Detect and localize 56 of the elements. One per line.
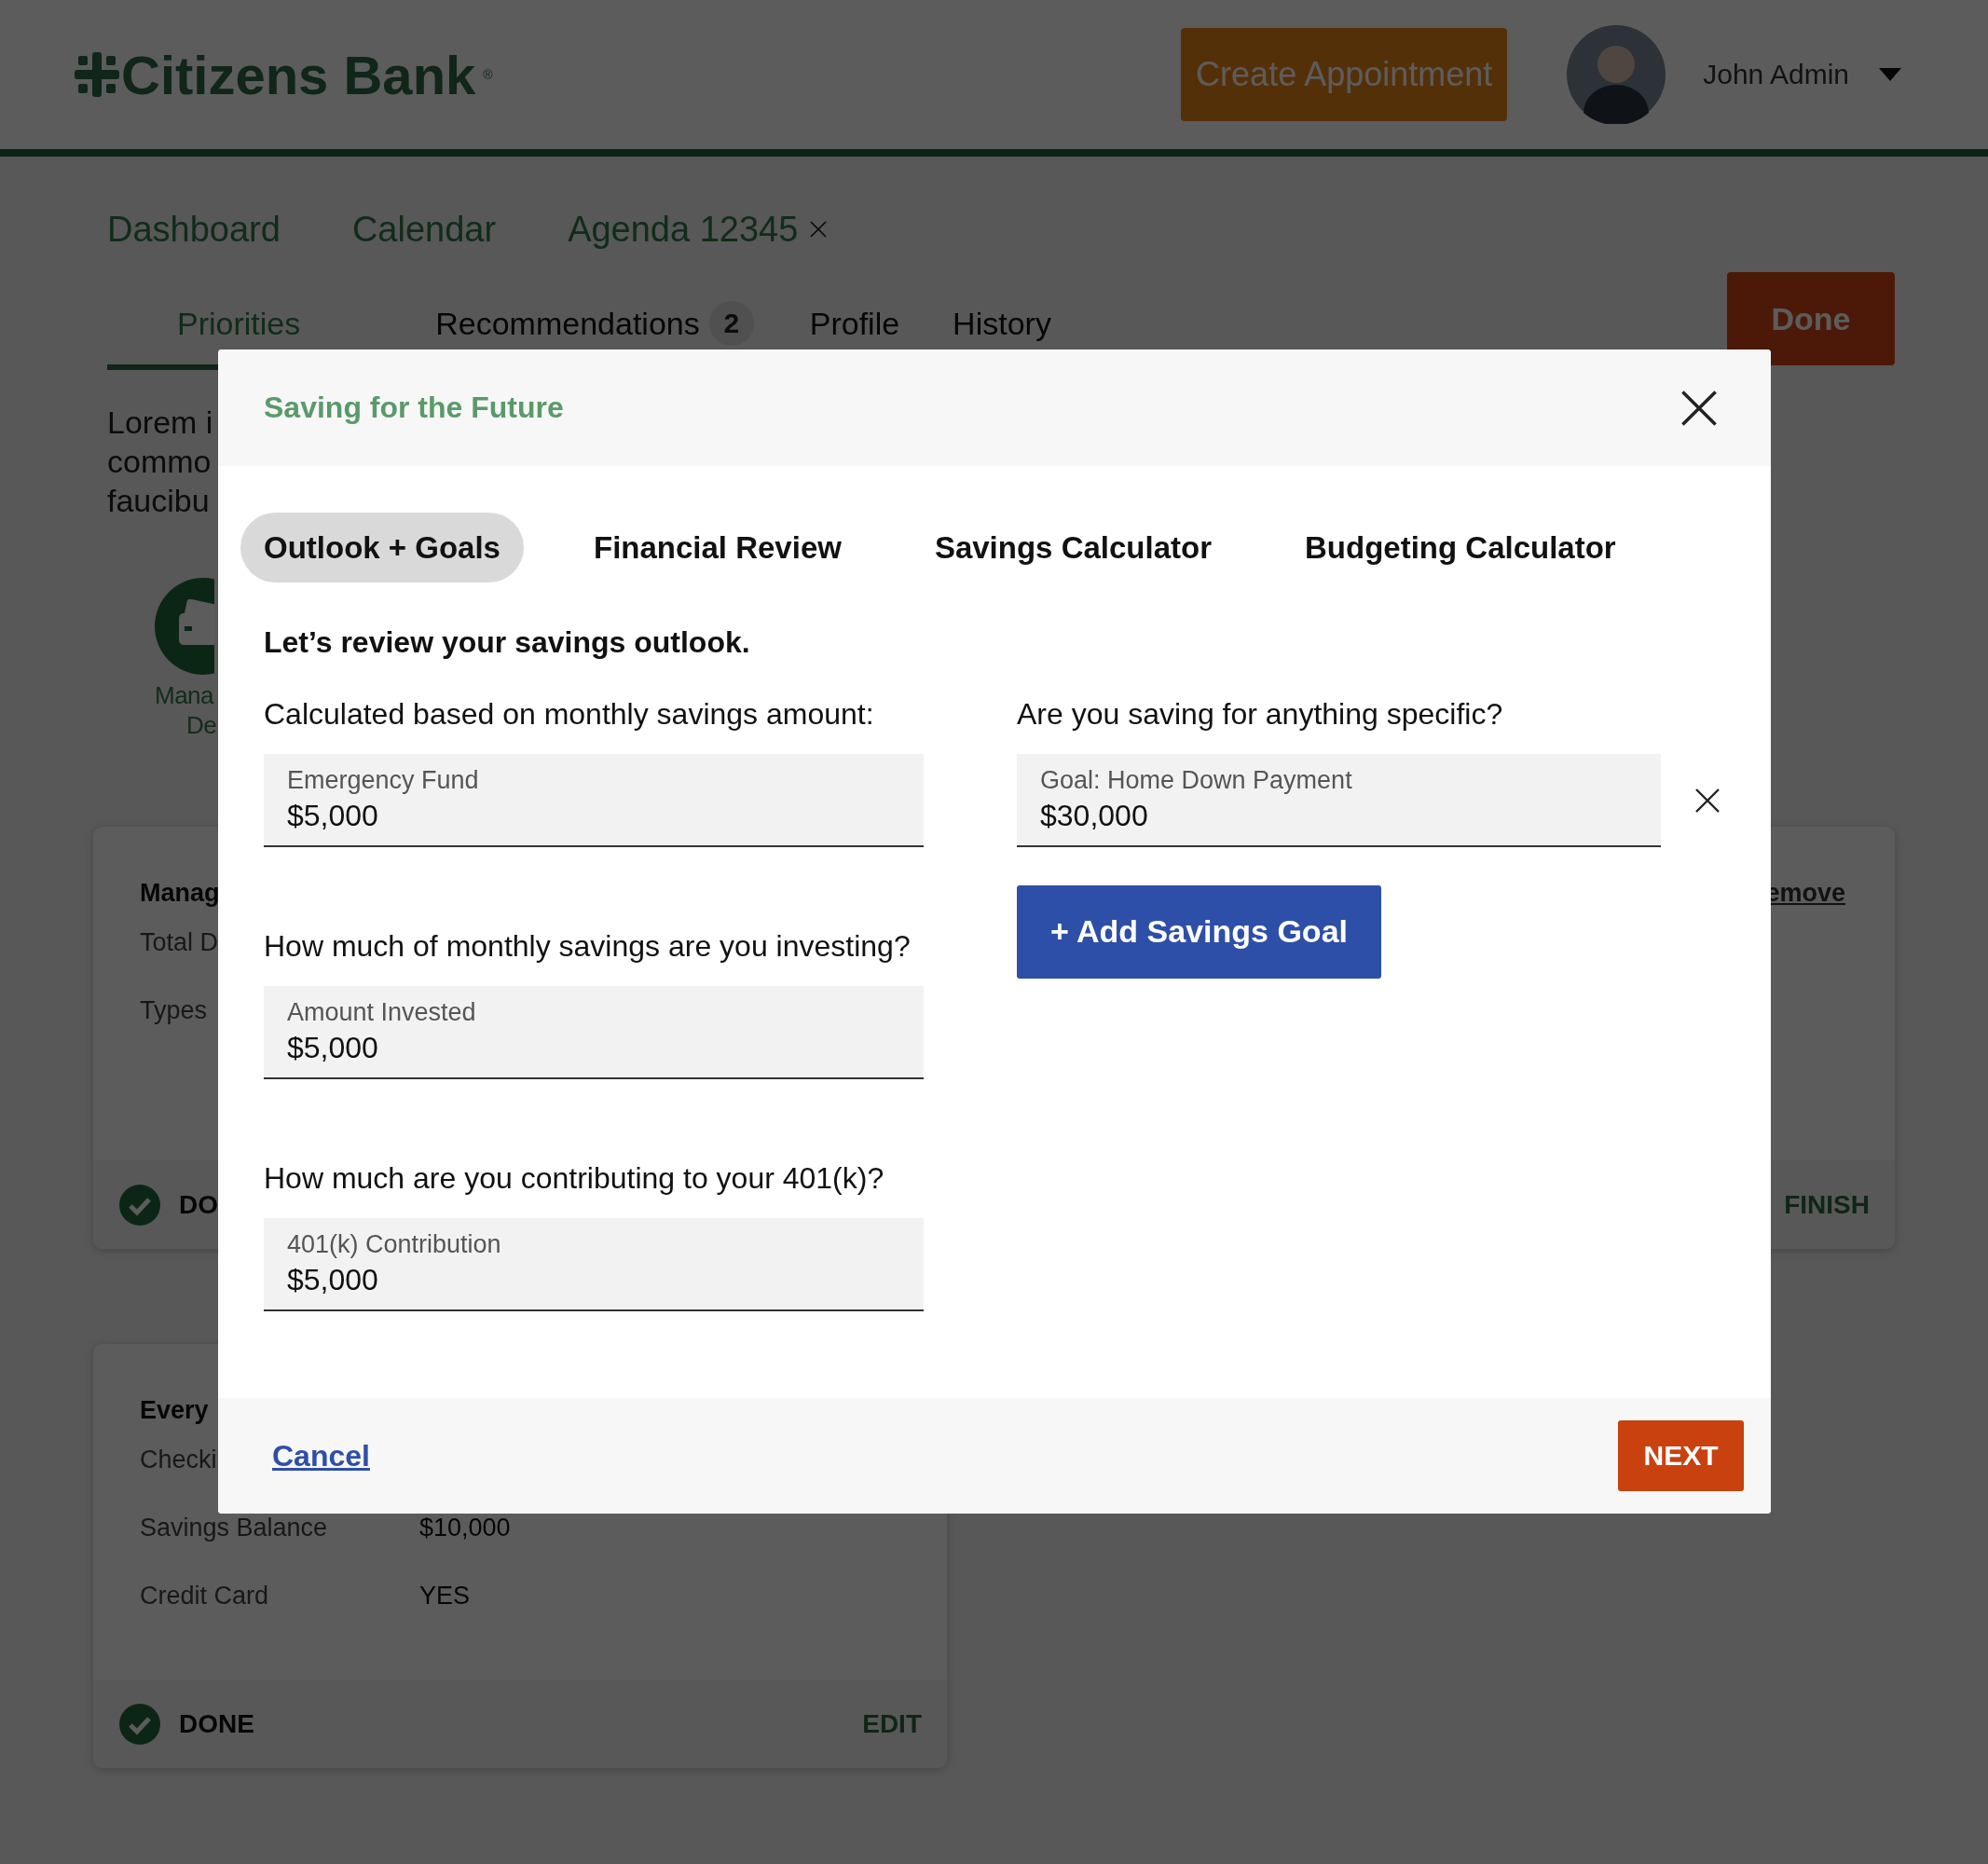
row-label: Credit Card [140, 1582, 270, 1610]
logo-icon [73, 50, 121, 99]
next-button[interactable]: NEXT [1618, 1420, 1744, 1491]
caret-icon[interactable] [1879, 68, 1901, 81]
tab[interactable]: Financial Review [569, 513, 865, 582]
avatar-icon[interactable] [1567, 25, 1666, 124]
status-label: DO [179, 1189, 219, 1220]
field-label: Goal: Home Down Payment [1040, 766, 1353, 795]
remove-icon[interactable] [1693, 787, 1721, 815]
status-label: DONE [179, 1708, 255, 1739]
card-title: Manag [140, 879, 220, 908]
field-value: $5,000 [287, 1031, 379, 1065]
row-label: Types [140, 996, 208, 1025]
intro-text: commo [107, 443, 212, 481]
user-name[interactable]: John Admin [1703, 59, 1849, 90]
input-field[interactable]: Amount Invested $5,000 [264, 986, 924, 1079]
input-field[interactable]: 401(k) Contribution $5,000 [264, 1218, 924, 1311]
add-goal-button[interactable]: + Add Savings Goal [1017, 884, 1381, 979]
field-value: $5,000 [287, 1263, 379, 1297]
row-label: Total D [140, 928, 219, 957]
tab[interactable]: Budgeting Calculator [1282, 513, 1639, 582]
row-label: Checki [140, 1446, 217, 1474]
field-label: 401(k) Contribution [287, 1230, 502, 1259]
section-heading: Let’s review your savings outlook. [264, 625, 751, 660]
question-text: Are you saving for anything specific? [1017, 697, 1504, 732]
tab[interactable]: Recommendations 2 [435, 282, 754, 374]
input-field[interactable]: Goal: Home Down Payment $30,000 [1017, 754, 1661, 847]
intro-text: faucibu [107, 482, 210, 520]
count-badge: 2 [708, 301, 754, 346]
row-value: YES [419, 1582, 471, 1610]
card-title: Every [140, 1396, 209, 1425]
question-text: How much of monthly savings are you investing? [264, 929, 912, 964]
logo-text: Citizens Bank$^{®}$ [121, 43, 493, 106]
field-value: $5,000 [287, 799, 379, 833]
field-label: Emergency Fund [287, 766, 480, 795]
cancel-link[interactable]: Cancel [272, 1438, 370, 1473]
card-action-link[interactable]: EDIT [862, 1708, 922, 1739]
nav-tab[interactable]: Calendar [351, 209, 497, 250]
field-value: $30,000 [1040, 799, 1149, 833]
nav-tab[interactable]: Dashboard [107, 209, 281, 250]
row-label: Savings Balance [140, 1514, 329, 1542]
create-appointment-button[interactable]: Create Appointment [1181, 28, 1508, 121]
card-action-link[interactable]: FINISH [1784, 1189, 1870, 1220]
tab[interactable]: Outlook + Goals [240, 513, 524, 582]
tab[interactable]: Savings Calculator [911, 513, 1235, 582]
question-text: Calculated based on monthly savings amount: [264, 697, 875, 732]
field-label: Amount Invested [287, 998, 477, 1027]
input-field[interactable]: Emergency Fund $5,000 [264, 754, 924, 847]
nav-tab[interactable]: Agenda 12345 [568, 209, 829, 250]
feature-label[interactable]: Mana [155, 680, 214, 710]
question-text: How much are you contributing to your 401(k)? [264, 1161, 885, 1196]
done-button[interactable]: Done [1727, 272, 1895, 365]
intro-text: Lorem i [107, 404, 213, 442]
modal-title: Saving for the Future [264, 391, 564, 425]
row-value: $10,000 [419, 1514, 511, 1542]
feature-label[interactable]: De [186, 710, 217, 740]
